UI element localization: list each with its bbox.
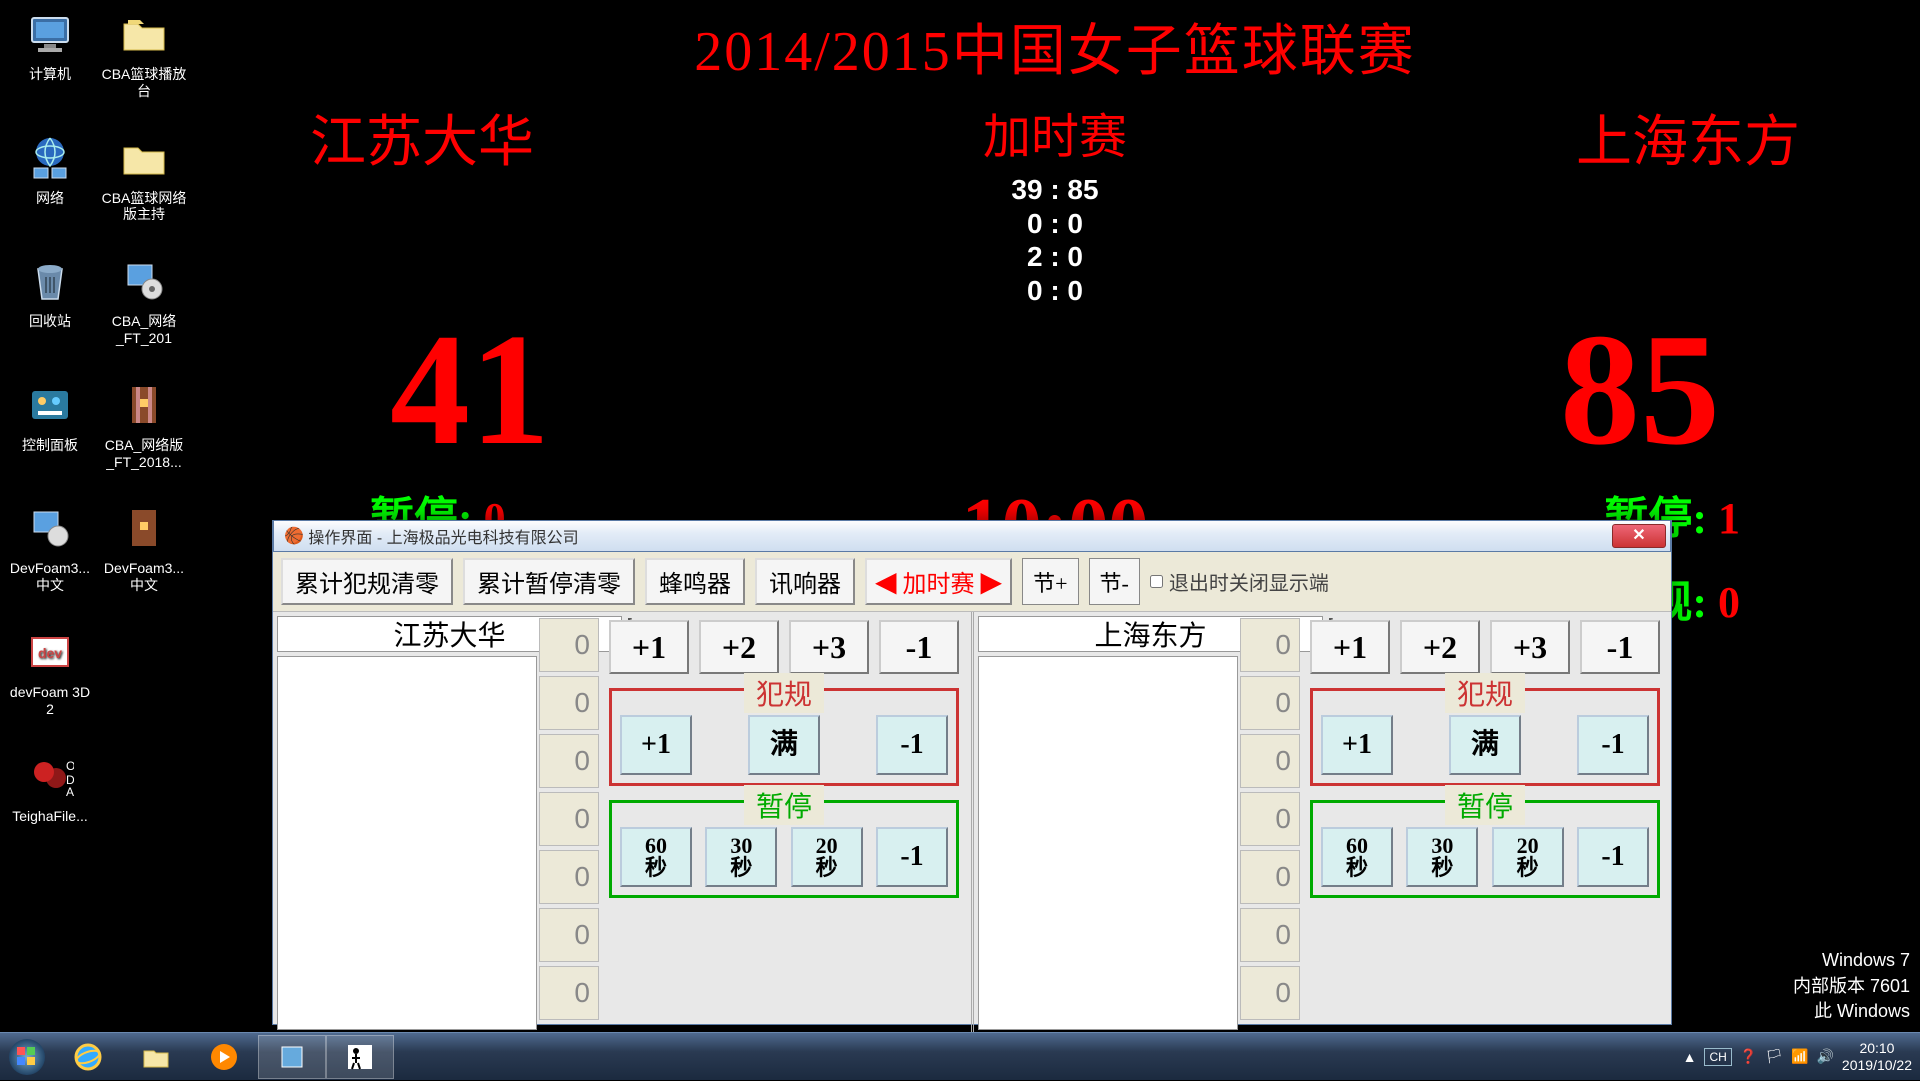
taskbar-media-player[interactable] [190,1035,258,1079]
home-team-name: 江苏大华 [310,97,534,307]
tray-network-icon[interactable]: 📶 [1791,1048,1808,1065]
away-score-plus3[interactable]: +3 [1490,620,1570,674]
home-foul-full[interactable]: 满 [748,715,820,775]
home-player-list[interactable] [277,656,537,1030]
overtime-label: 加时赛 [983,97,1127,167]
desktop-icon-control-panel[interactable]: 控制面板 [6,377,94,471]
archive-icon [116,500,172,556]
taskbar-app1[interactable] [258,1035,326,1079]
tray-clock[interactable]: 20:10 2019/10/22 [1842,1040,1912,1074]
network-icon [22,130,78,186]
close-display-checkbox[interactable]: 退出时关闭显示端 [1150,558,1329,605]
control-panel-icon [22,377,78,433]
titlebar-icon: 🏀 [284,526,304,546]
svg-text:O: O [66,759,74,773]
overtime-segment[interactable]: ◀ 加时赛 ▶ [865,558,1012,605]
away-timeout-group: 暂停 60 秒 30 秒 20 秒 -1 [1310,800,1660,898]
desktop-icon-recycle-bin[interactable]: 回收站 [6,253,94,347]
away-player-list[interactable] [978,656,1238,1030]
away-score-plus1[interactable]: +1 [1310,620,1390,674]
away-score-minus1[interactable]: -1 [1580,620,1660,674]
home-timeout-group: 暂停 60 秒 30 秒 20 秒 -1 [609,800,959,898]
control-window: 🏀 操作界面 - 上海极品光电科技有限公司 ✕ 累计犯规清零 累计暂停清零 蜂鸣… [272,520,1672,1025]
computer-icon [22,6,78,62]
away-score: 85 [1560,297,1720,482]
away-team-panel: 0 0 0 0 0 0 0 +1 +2 +3 -1 犯规 +1 满 [974,612,1672,1034]
app-icon [22,500,78,556]
desktop-icon-network[interactable]: 网络 [6,130,94,224]
period-scores: 39 : 85 0 : 0 2 : 0 0 : 0 [1011,173,1098,307]
desktop-icon-devfoam1[interactable]: DevFoam3...中文 [6,500,94,594]
away-foul-group: 犯规 +1 满 -1 [1310,688,1660,786]
reset-fouls-button[interactable]: 累计犯规清零 [281,558,453,605]
tournament-title: 2014/2015中国女子篮球联赛 [190,6,1920,87]
horn-button[interactable]: 讯响器 [755,558,855,605]
away-to-60[interactable]: 60 秒 [1321,827,1393,887]
folder-icon [116,6,172,62]
away-foul-minus[interactable]: -1 [1577,715,1649,775]
away-team-name: 上海东方 [1576,97,1800,307]
taskbar-scoreboard-app[interactable] [326,1035,394,1079]
away-score-plus2[interactable]: +2 [1400,620,1480,674]
desktop-icons: 计算机 CBA篮球播放台 网络 CBA篮球网络版主持 回收站 CBA_网络_FT… [6,6,188,824]
home-score-plus1[interactable]: +1 [609,620,689,674]
home-stat-column: 0 0 0 0 0 0 0 [537,616,601,1030]
teigha-icon: ODA [22,748,78,804]
home-score-plus2[interactable]: +2 [699,620,779,674]
taskbar-ie[interactable] [54,1035,122,1079]
desktop-icon-cba-player[interactable]: CBA篮球播放台 [100,6,188,100]
start-button[interactable] [0,1033,54,1081]
home-score-plus3[interactable]: +3 [789,620,869,674]
svg-text:A: A [66,785,74,799]
away-foul-plus[interactable]: +1 [1321,715,1393,775]
desktop-icon-cba-net-ft2018[interactable]: CBA_网络版_FT_2018... [100,377,188,471]
system-tray: ▲ CH ❓ 🏳 📶 🔊 20:10 2019/10/22 [1683,1040,1920,1074]
right-arrow-icon: ▶ [981,565,1003,599]
home-to-minus[interactable]: -1 [876,827,948,887]
home-foul-plus[interactable]: +1 [620,715,692,775]
archive-icon [116,377,172,433]
home-foul-group: 犯规 +1 满 -1 [609,688,959,786]
app-icon [116,253,172,309]
home-score-minus1[interactable]: -1 [879,620,959,674]
left-arrow-icon: ◀ [875,565,897,599]
devfoam-icon: dev [22,624,78,680]
home-team-panel: 0 0 0 0 0 0 0 +1 +2 +3 -1 犯规 +1 满 [273,612,974,1034]
away-foul-full[interactable]: 满 [1449,715,1521,775]
desktop-icon-devfoam2[interactable]: DevFoam3...中文 [100,500,188,594]
period-plus-button[interactable]: 节+ [1022,558,1078,605]
away-to-30[interactable]: 30 秒 [1406,827,1478,887]
buzzer-button[interactable]: 蜂鸣器 [645,558,745,605]
close-button[interactable]: ✕ [1612,524,1666,548]
home-to-30[interactable]: 30 秒 [705,827,777,887]
home-to-20[interactable]: 20 秒 [791,827,863,887]
taskbar: ▲ CH ❓ 🏳 📶 🔊 20:10 2019/10/22 [0,1032,1920,1080]
away-stat-column: 0 0 0 0 0 0 0 [1238,616,1302,1030]
recycle-bin-icon [22,253,78,309]
folder-icon [116,130,172,186]
tray-show-hidden[interactable]: ▲ [1683,1049,1697,1065]
window-title: 操作界面 - 上海极品光电科技有限公司 [308,524,578,548]
tray-volume-icon[interactable]: 🔊 [1816,1048,1833,1065]
tray-flag-icon[interactable]: 🏳 [1765,1048,1783,1065]
toolbar: 累计犯规清零 累计暂停清零 蜂鸣器 讯响器 ◀ 加时赛 ▶ 节+ 节- 退出时关… [273,552,1671,612]
taskbar-explorer[interactable] [122,1035,190,1079]
desktop-icon-cba-net-host[interactable]: CBA篮球网络版主持 [100,130,188,224]
away-to-20[interactable]: 20 秒 [1492,827,1564,887]
home-foul-minus[interactable]: -1 [876,715,948,775]
away-to-minus[interactable]: -1 [1577,827,1649,887]
tray-lang-indicator[interactable]: CH [1704,1048,1731,1066]
desktop-icon-cba-net-ft[interactable]: CBA_网络_FT_201 [100,253,188,347]
home-score: 41 [390,297,550,482]
svg-text:dev: dev [38,645,62,661]
home-to-60[interactable]: 60 秒 [620,827,692,887]
windows-watermark: Windows 7 内部版本 7601 此 Windows [1793,948,1910,1024]
tray-help-icon[interactable]: ❓ [1740,1048,1757,1065]
period-minus-button[interactable]: 节- [1089,558,1140,605]
window-titlebar[interactable]: 🏀 操作界面 - 上海极品光电科技有限公司 ✕ [273,520,1671,552]
desktop-icon-teigha[interactable]: ODA TeighaFile... [6,748,94,825]
desktop-icon-computer[interactable]: 计算机 [6,6,94,100]
reset-timeouts-button[interactable]: 累计暂停清零 [463,558,635,605]
desktop-icon-devfoam3d[interactable]: dev devFoam 3D 2 [6,624,94,718]
